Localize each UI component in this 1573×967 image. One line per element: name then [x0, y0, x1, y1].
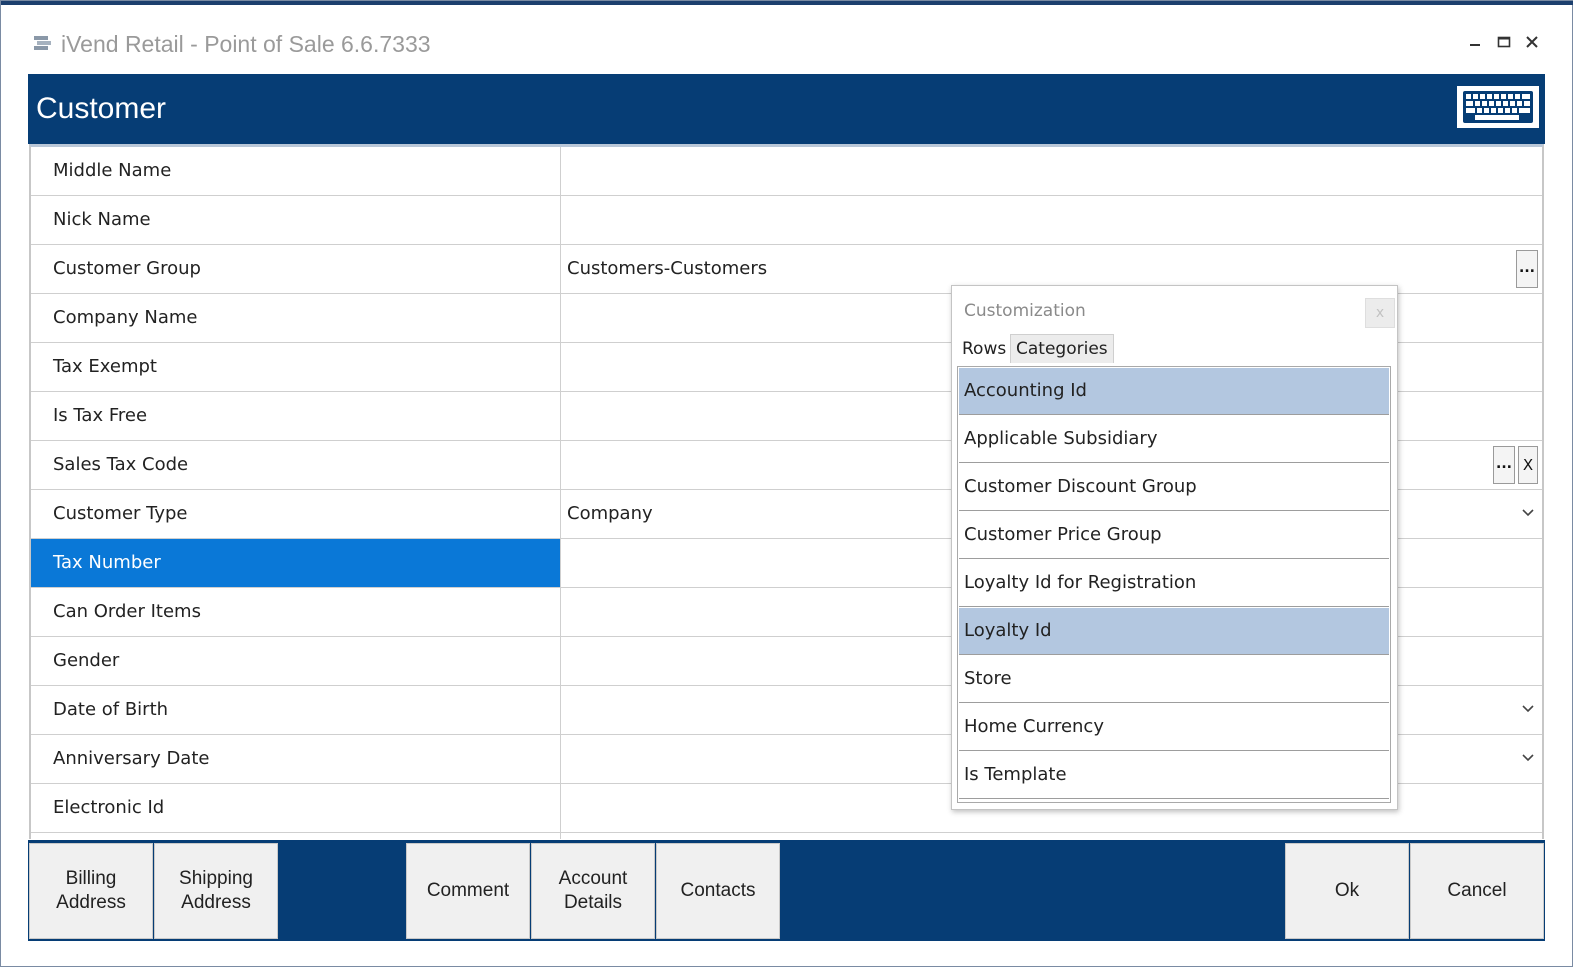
row-label: Nick Name: [31, 196, 561, 244]
button-label: Billing Address: [56, 868, 126, 913]
row-middle-name[interactable]: Middle Name: [31, 147, 1542, 196]
row-label: Tax Number: [31, 539, 561, 587]
list-item[interactable]: Home Currency: [959, 704, 1389, 751]
row-label: [31, 833, 561, 839]
tab-categories[interactable]: Categories: [1010, 334, 1114, 363]
sales-tax-code-browse-button[interactable]: ...: [1493, 446, 1515, 484]
chevron-down-icon[interactable]: [1520, 700, 1536, 716]
popup-close-button[interactable]: x: [1365, 298, 1395, 328]
minimize-icon[interactable]: [1464, 31, 1486, 53]
chevron-down-icon[interactable]: [1520, 749, 1536, 765]
row-value-input[interactable]: [561, 196, 1542, 244]
pos-window: iVend Retail - Point of Sale 6.6.7333 Cu…: [0, 0, 1573, 967]
footer-toolbar: Billing Address Shipping Address Comment…: [28, 840, 1545, 941]
close-icon[interactable]: [1521, 31, 1543, 53]
row-nick-name[interactable]: Nick Name: [31, 196, 1542, 245]
list-item[interactable]: Store: [959, 656, 1389, 703]
customer-header: Customer: [28, 74, 1545, 144]
row-label: Customer Group: [31, 245, 561, 293]
comment-button[interactable]: Comment: [406, 843, 530, 939]
list-item[interactable]: Customer Price Group: [959, 512, 1389, 559]
list-item[interactable]: Is Template: [959, 752, 1389, 799]
button-label: Comment: [426, 880, 510, 901]
row-label: Sales Tax Code: [31, 441, 561, 489]
maximize-icon[interactable]: [1493, 31, 1515, 53]
list-item[interactable]: Loyalty Id for Registration: [959, 560, 1389, 607]
row-label: Electronic Id: [31, 784, 561, 832]
row-value-input[interactable]: [561, 147, 1542, 195]
keyboard-icon[interactable]: [1457, 86, 1539, 128]
tab-rows[interactable]: Rows: [956, 334, 1013, 363]
button-label: Cancel: [1447, 880, 1507, 901]
shipping-address-button[interactable]: Shipping Address: [154, 843, 278, 939]
row-label: Customer Type: [31, 490, 561, 538]
page-title: Customer: [36, 92, 167, 125]
customization-popup[interactable]: Customization x Rows Categories Accounti…: [951, 285, 1398, 810]
customer-group-browse-button[interactable]: ...: [1516, 250, 1538, 288]
row-label: Company Name: [31, 294, 561, 342]
ok-button[interactable]: Ok: [1285, 843, 1409, 939]
cancel-button[interactable]: Cancel: [1410, 843, 1544, 939]
row-label: Gender: [31, 637, 561, 685]
row-label: Anniversary Date: [31, 735, 561, 783]
account-details-button[interactable]: Account Details: [531, 843, 655, 939]
chevron-down-icon[interactable]: [1520, 504, 1536, 520]
row-label: Date of Birth: [31, 686, 561, 734]
button-label: Ok: [1334, 880, 1360, 901]
row-label: Can Order Items: [31, 588, 561, 636]
customization-row-list[interactable]: Accounting Id Applicable Subsidiary Cust…: [957, 366, 1391, 803]
button-label: Contacts: [680, 880, 756, 901]
billing-address-button[interactable]: Billing Address: [29, 843, 153, 939]
row-partial: [31, 833, 1542, 839]
row-label: Tax Exempt: [31, 343, 561, 391]
button-label: Account Details: [558, 868, 628, 913]
customer-group-value: Customers-Customers: [567, 258, 768, 279]
window-title: iVend Retail - Point of Sale 6.6.7333: [61, 31, 431, 57]
button-label: Shipping Address: [179, 868, 253, 913]
row-label: Is Tax Free: [31, 392, 561, 440]
row-label: Middle Name: [31, 147, 561, 195]
list-item[interactable]: Applicable Subsidiary: [959, 416, 1389, 463]
list-item[interactable]: Loyalty Id: [959, 608, 1389, 655]
sales-tax-code-clear-button[interactable]: X: [1518, 446, 1538, 484]
popup-title: Customization: [964, 301, 1086, 321]
title-bar[interactable]: iVend Retail - Point of Sale 6.6.7333: [1, 5, 1573, 73]
contacts-button[interactable]: Contacts: [656, 843, 780, 939]
ivend-app-icon: [34, 36, 51, 50]
list-item[interactable]: Accounting Id: [959, 368, 1389, 415]
list-item[interactable]: Customer Discount Group: [959, 464, 1389, 511]
